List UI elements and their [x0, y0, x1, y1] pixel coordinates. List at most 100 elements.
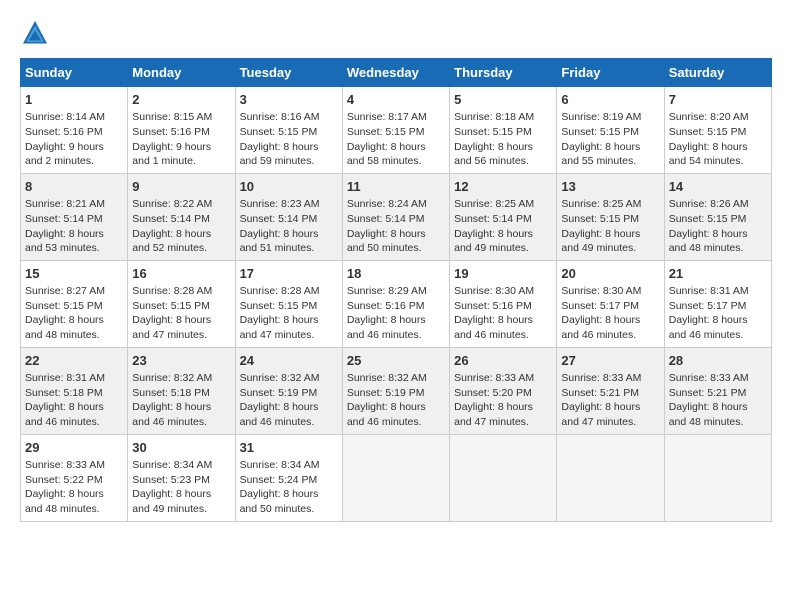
day-info: Sunrise: 8:28 AM — [132, 284, 230, 299]
day-info: and 48 minutes. — [669, 415, 767, 430]
calendar-cell: 27Sunrise: 8:33 AMSunset: 5:21 PMDayligh… — [557, 347, 664, 434]
day-info: Daylight: 8 hours — [454, 140, 552, 155]
day-info: and 46 minutes. — [240, 415, 338, 430]
day-number: 6 — [561, 91, 659, 109]
day-info: Daylight: 8 hours — [132, 227, 230, 242]
day-info: Daylight: 8 hours — [669, 140, 767, 155]
day-info: Daylight: 8 hours — [347, 227, 445, 242]
day-info: Sunrise: 8:34 AM — [132, 458, 230, 473]
calendar-row-4: 22Sunrise: 8:31 AMSunset: 5:18 PMDayligh… — [21, 347, 772, 434]
day-info: Sunset: 5:19 PM — [347, 386, 445, 401]
header — [20, 18, 772, 48]
day-info: Sunrise: 8:21 AM — [25, 197, 123, 212]
day-info: Sunset: 5:18 PM — [132, 386, 230, 401]
calendar-cell: 2Sunrise: 8:15 AMSunset: 5:16 PMDaylight… — [128, 87, 235, 174]
day-info: Sunrise: 8:28 AM — [240, 284, 338, 299]
calendar-cell: 15Sunrise: 8:27 AMSunset: 5:15 PMDayligh… — [21, 260, 128, 347]
day-info: and 58 minutes. — [347, 154, 445, 169]
day-info: Daylight: 8 hours — [561, 140, 659, 155]
calendar-cell — [342, 434, 449, 521]
calendar-cell: 8Sunrise: 8:21 AMSunset: 5:14 PMDaylight… — [21, 173, 128, 260]
calendar-row-2: 8Sunrise: 8:21 AMSunset: 5:14 PMDaylight… — [21, 173, 772, 260]
day-info: Sunrise: 8:14 AM — [25, 110, 123, 125]
day-info: Sunrise: 8:31 AM — [669, 284, 767, 299]
day-info: Sunset: 5:15 PM — [561, 212, 659, 227]
day-info: Sunset: 5:17 PM — [561, 299, 659, 314]
day-info: Sunset: 5:22 PM — [25, 473, 123, 488]
day-info: Sunset: 5:15 PM — [669, 125, 767, 140]
day-info: and 59 minutes. — [240, 154, 338, 169]
calendar-cell — [664, 434, 771, 521]
day-info: Daylight: 8 hours — [240, 313, 338, 328]
day-info: Sunrise: 8:20 AM — [669, 110, 767, 125]
day-number: 18 — [347, 265, 445, 283]
day-number: 8 — [25, 178, 123, 196]
day-info: Daylight: 8 hours — [25, 313, 123, 328]
calendar-cell: 6Sunrise: 8:19 AMSunset: 5:15 PMDaylight… — [557, 87, 664, 174]
day-info: Daylight: 8 hours — [669, 400, 767, 415]
day-number: 4 — [347, 91, 445, 109]
day-info: Sunrise: 8:33 AM — [669, 371, 767, 386]
day-info: Sunset: 5:16 PM — [347, 299, 445, 314]
day-info: Sunset: 5:14 PM — [347, 212, 445, 227]
calendar-cell: 22Sunrise: 8:31 AMSunset: 5:18 PMDayligh… — [21, 347, 128, 434]
day-info: Sunrise: 8:16 AM — [240, 110, 338, 125]
day-info: Daylight: 8 hours — [454, 313, 552, 328]
day-info: Daylight: 8 hours — [454, 400, 552, 415]
day-info: Sunset: 5:16 PM — [132, 125, 230, 140]
day-number: 15 — [25, 265, 123, 283]
day-info: Daylight: 8 hours — [669, 227, 767, 242]
day-info: Sunrise: 8:15 AM — [132, 110, 230, 125]
day-info: Daylight: 8 hours — [132, 487, 230, 502]
calendar-cell: 24Sunrise: 8:32 AMSunset: 5:19 PMDayligh… — [235, 347, 342, 434]
day-info: Sunset: 5:16 PM — [454, 299, 552, 314]
day-number: 22 — [25, 352, 123, 370]
day-number: 26 — [454, 352, 552, 370]
day-info: and 52 minutes. — [132, 241, 230, 256]
calendar-cell — [450, 434, 557, 521]
calendar-cell: 26Sunrise: 8:33 AMSunset: 5:20 PMDayligh… — [450, 347, 557, 434]
day-info: Sunset: 5:15 PM — [25, 299, 123, 314]
day-info: Daylight: 9 hours — [25, 140, 123, 155]
day-info: Sunrise: 8:32 AM — [347, 371, 445, 386]
day-number: 12 — [454, 178, 552, 196]
day-info: Daylight: 8 hours — [25, 400, 123, 415]
day-number: 10 — [240, 178, 338, 196]
day-info: and 48 minutes. — [25, 502, 123, 517]
calendar-cell: 3Sunrise: 8:16 AMSunset: 5:15 PMDaylight… — [235, 87, 342, 174]
day-info: Sunset: 5:15 PM — [561, 125, 659, 140]
logo-icon — [20, 18, 50, 48]
day-number: 7 — [669, 91, 767, 109]
page: SundayMondayTuesdayWednesdayThursdayFrid… — [0, 0, 792, 532]
day-number: 11 — [347, 178, 445, 196]
day-info: Sunrise: 8:19 AM — [561, 110, 659, 125]
day-number: 13 — [561, 178, 659, 196]
col-header-sunday: Sunday — [21, 59, 128, 87]
header-row: SundayMondayTuesdayWednesdayThursdayFrid… — [21, 59, 772, 87]
day-number: 1 — [25, 91, 123, 109]
day-info: Daylight: 8 hours — [561, 313, 659, 328]
day-info: and 47 minutes. — [454, 415, 552, 430]
day-number: 24 — [240, 352, 338, 370]
day-info: Sunset: 5:15 PM — [669, 212, 767, 227]
col-header-saturday: Saturday — [664, 59, 771, 87]
day-info: Daylight: 8 hours — [240, 400, 338, 415]
day-info: Sunset: 5:20 PM — [454, 386, 552, 401]
day-info: Sunset: 5:21 PM — [669, 386, 767, 401]
calendar-cell: 23Sunrise: 8:32 AMSunset: 5:18 PMDayligh… — [128, 347, 235, 434]
calendar-cell: 18Sunrise: 8:29 AMSunset: 5:16 PMDayligh… — [342, 260, 449, 347]
day-info: and 46 minutes. — [132, 415, 230, 430]
day-info: and 47 minutes. — [132, 328, 230, 343]
day-info: Sunset: 5:24 PM — [240, 473, 338, 488]
col-header-tuesday: Tuesday — [235, 59, 342, 87]
col-header-thursday: Thursday — [450, 59, 557, 87]
day-info: Daylight: 8 hours — [25, 487, 123, 502]
day-number: 20 — [561, 265, 659, 283]
col-header-friday: Friday — [557, 59, 664, 87]
day-info: Sunrise: 8:25 AM — [561, 197, 659, 212]
calendar-cell: 28Sunrise: 8:33 AMSunset: 5:21 PMDayligh… — [664, 347, 771, 434]
calendar-row-1: 1Sunrise: 8:14 AMSunset: 5:16 PMDaylight… — [21, 87, 772, 174]
day-info: Sunrise: 8:23 AM — [240, 197, 338, 212]
day-info: Daylight: 9 hours — [132, 140, 230, 155]
calendar-cell: 19Sunrise: 8:30 AMSunset: 5:16 PMDayligh… — [450, 260, 557, 347]
